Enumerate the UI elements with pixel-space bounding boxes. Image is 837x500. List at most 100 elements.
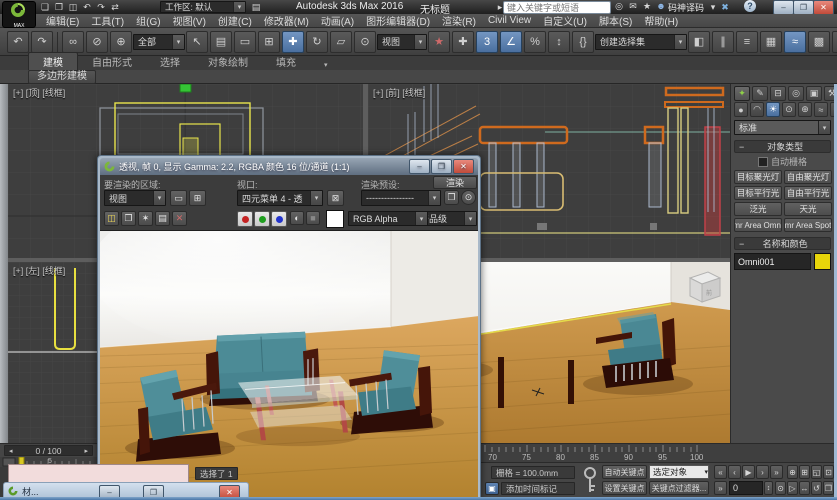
free-direct-button[interactable]: 自由平行光 xyxy=(784,186,832,200)
search-icon[interactable]: ◎ xyxy=(612,0,626,12)
selection-filter-dropdown[interactable]: 全部 ▾ xyxy=(133,34,185,50)
new-file-icon[interactable]: ❏ xyxy=(38,1,52,13)
set-key-button[interactable]: 设置关键点 xyxy=(602,481,647,495)
frame-spinner[interactable]: ↕ xyxy=(764,481,773,495)
target-direct-button[interactable]: 目标平行光 xyxy=(734,186,782,200)
percent-snap-icon[interactable]: % xyxy=(524,31,546,53)
edit-region-icon[interactable]: ▭ xyxy=(170,190,187,206)
red-channel-toggle[interactable] xyxy=(237,211,253,227)
help-icon[interactable]: ? xyxy=(744,0,756,12)
ribbon-tab-selection[interactable]: 选择 xyxy=(146,53,194,70)
category-helpers-icon[interactable]: ⊕ xyxy=(798,102,812,117)
menu-customize[interactable]: 自定义(U) xyxy=(537,13,593,28)
channel-dropdown[interactable]: RGB Alpha ▾ xyxy=(348,211,428,226)
menu-graph-editors[interactable]: 图形编辑器(D) xyxy=(360,13,436,28)
mr-area-omni-button[interactable]: mr Area Omni xyxy=(734,218,782,232)
category-lights-icon[interactable]: ☀ xyxy=(766,102,780,117)
play-button[interactable]: ▶ xyxy=(742,465,755,479)
unlink-selection-icon[interactable]: ⊘ xyxy=(86,31,108,53)
key-filters-button[interactable]: 关键点过滤器... xyxy=(649,481,709,495)
curve-editor-icon[interactable]: ≈ xyxy=(784,31,806,53)
object-type-rollout[interactable]: − 对象类型 xyxy=(734,140,831,153)
lock-viewport-icon[interactable]: ⊠ xyxy=(327,190,344,206)
auto-region-icon[interactable]: ⊞ xyxy=(189,190,206,206)
window-crossing-icon[interactable]: ⊞ xyxy=(258,31,280,53)
viewport-front-label[interactable]: [+] [前] [线框] xyxy=(373,86,425,99)
menu-help[interactable]: 帮助(H) xyxy=(638,13,684,28)
layer-manager-icon[interactable]: ≡ xyxy=(736,31,758,53)
autogrid-checkbox[interactable] xyxy=(758,157,768,167)
mirror-icon[interactable]: ◧ xyxy=(688,31,710,53)
menu-edit[interactable]: 编辑(E) xyxy=(40,13,85,28)
blue-channel-toggle[interactable] xyxy=(271,211,287,227)
open-file-icon[interactable]: ❐ xyxy=(52,1,66,13)
ribbon-tab-populate[interactable]: 填充 xyxy=(262,53,310,70)
green-channel-toggle[interactable] xyxy=(254,211,270,227)
undo-button[interactable]: ↶ xyxy=(7,31,29,53)
polygon-modeling-panel[interactable]: 多边形建模 xyxy=(28,70,96,84)
category-geometry-icon[interactable]: ● xyxy=(734,102,748,117)
menu-create[interactable]: 创建(C) xyxy=(212,13,258,28)
window-minimize-button[interactable]: – xyxy=(773,0,794,15)
save-image-icon[interactable]: ◫ xyxy=(104,211,119,226)
skylight-button[interactable]: 天光 xyxy=(784,202,832,216)
render-preset-dropdown[interactable]: ---------------- ▾ xyxy=(361,190,441,206)
window-close-button[interactable]: ✕ xyxy=(813,0,834,15)
zoom-extents-all-icon[interactable]: ⊡ xyxy=(823,465,834,479)
bind-to-space-warp-icon[interactable]: ⊕ xyxy=(110,31,132,53)
select-and-rotate-icon[interactable]: ↻ xyxy=(306,31,328,53)
named-selection-set-dropdown[interactable]: 创建选择集 ▾ xyxy=(595,34,687,50)
name-color-rollout[interactable]: − 名称和颜色 xyxy=(734,237,831,250)
viewport-left-label[interactable]: [+] [左] [线框] xyxy=(13,264,65,277)
selection-filter-dropdown-status[interactable]: 选定对象 ▾ xyxy=(649,465,709,479)
render-window-minimize-button[interactable]: – xyxy=(409,159,430,174)
zoom-extents-icon[interactable]: ◱ xyxy=(811,465,822,479)
favorites-icon[interactable]: ★ xyxy=(640,0,654,12)
rectangular-selection-region-icon[interactable]: ▭ xyxy=(234,31,256,53)
clone-window-icon[interactable]: ❐ xyxy=(121,211,136,226)
environment-icon[interactable]: ⊙ xyxy=(461,190,476,205)
area-to-render-dropdown[interactable]: 视图 ▾ xyxy=(104,190,166,206)
light-category-dropdown[interactable]: 标准 ▾ xyxy=(734,120,831,135)
target-spot-button[interactable]: 目标聚光灯 xyxy=(734,170,782,184)
redo-button[interactable]: ↷ xyxy=(31,31,53,53)
menu-views[interactable]: 视图(V) xyxy=(167,13,212,28)
object-name-field[interactable]: Omni001 xyxy=(734,253,811,270)
auto-key-button[interactable]: 自动关键点 xyxy=(602,465,647,479)
workspace-list-icon[interactable]: ▤ xyxy=(249,1,263,13)
rendered-frame-window[interactable]: 透视, 帧 0, 显示 Gamma: 2.2, RGBA 颜色 16 位/通道 … xyxy=(97,155,481,500)
render-window-close-button[interactable]: ✕ xyxy=(453,159,474,174)
max-logo-button[interactable]: MAX xyxy=(2,1,36,28)
communication-center-icon[interactable]: ✉ xyxy=(626,0,640,12)
current-frame-field[interactable]: 0 xyxy=(729,481,763,495)
category-spacewarps-icon[interactable]: ≈ xyxy=(814,102,828,117)
ribbon-tab-modeling[interactable]: 建模 xyxy=(28,52,78,70)
menu-group[interactable]: 组(G) xyxy=(130,13,166,28)
previous-frame-button[interactable]: ‹ xyxy=(728,465,741,479)
orbit-icon[interactable]: ↺ xyxy=(811,481,822,495)
tab-display-icon[interactable]: ▣ xyxy=(806,86,822,101)
maximize-viewport-toggle-icon[interactable]: ❒ xyxy=(823,481,834,495)
print-image-icon[interactable]: ▤ xyxy=(155,211,170,226)
material-editor-icon[interactable]: ◍ xyxy=(832,31,837,53)
menu-rendering[interactable]: 渲染(R) xyxy=(436,13,482,28)
frame-counter[interactable]: ◂ 0 / 100 ▸ xyxy=(4,445,93,456)
workspace-dropdown[interactable]: 工作区: 默认 ▾ xyxy=(160,1,246,13)
fetch-icon[interactable]: ⇄ xyxy=(108,1,122,13)
spinner-snap-icon[interactable]: ↕ xyxy=(548,31,570,53)
zoom-all-icon[interactable]: ⊞ xyxy=(799,465,810,479)
render-button[interactable]: 渲染 xyxy=(433,176,477,189)
viewport-top-label[interactable]: [+] [顶] [线框] xyxy=(13,86,65,99)
key-mode-toggle-icon[interactable]: ⊙ xyxy=(775,481,786,495)
undo-icon[interactable]: ↶ xyxy=(80,1,94,13)
go-to-end-button[interactable]: » xyxy=(770,465,783,479)
free-spot-button[interactable]: 自由聚光灯 xyxy=(784,170,832,184)
select-and-place-icon[interactable]: ⊙ xyxy=(354,31,376,53)
track-bar[interactable]: 70 75 80 85 90 95 100 xyxy=(481,443,837,463)
add-time-tag[interactable]: 添加时间标记 xyxy=(501,482,575,495)
redo-icon[interactable]: ↷ xyxy=(94,1,108,13)
monochrome-icon[interactable]: ■ xyxy=(306,211,320,225)
ribbon-minimize-icon[interactable]: ▾ xyxy=(310,60,342,70)
menu-tools[interactable]: 工具(T) xyxy=(85,13,130,28)
reference-coordinate-dropdown[interactable]: 视图 ▾ xyxy=(377,34,427,50)
